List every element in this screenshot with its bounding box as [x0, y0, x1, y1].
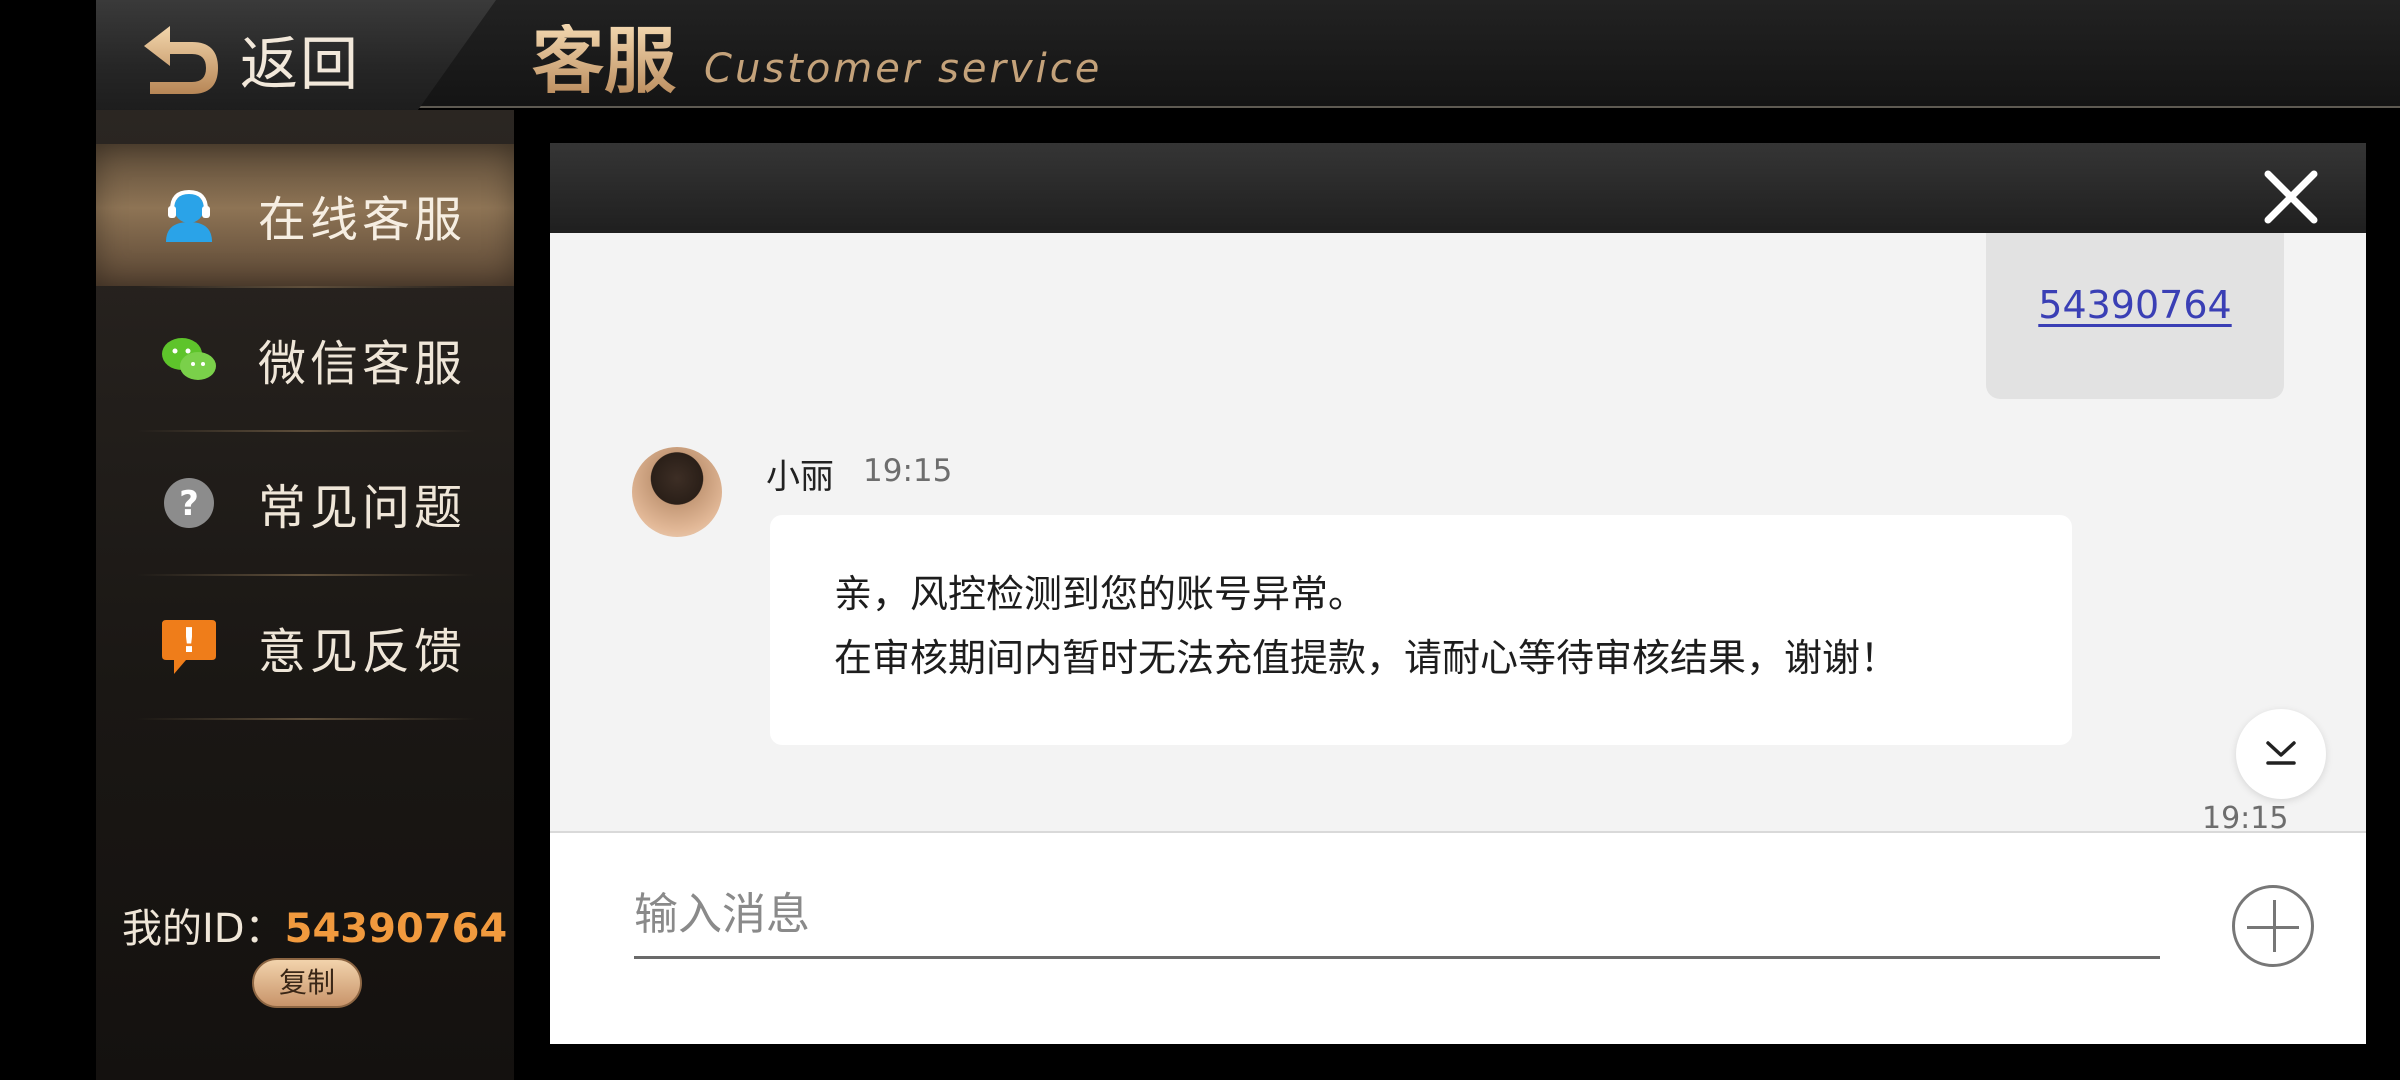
- svg-text:?: ?: [179, 484, 199, 524]
- sidebar-item-label: 常见问题: [258, 480, 467, 536]
- chevron-down-icon: [2264, 737, 2298, 771]
- back-arrow-icon: [140, 22, 222, 96]
- page-title: 客服 Customer service: [532, 10, 1102, 100]
- sidebar-item-label: 意见反馈: [258, 624, 467, 680]
- question-icon: ?: [160, 474, 218, 532]
- chat-top-bar: [550, 143, 2366, 233]
- sidebar-item-label: 微信客服: [258, 336, 467, 392]
- page-title-en: Customer service: [704, 46, 1103, 92]
- message-timestamp: 19:15: [2202, 801, 2289, 831]
- agent-icon: [160, 186, 218, 244]
- received-message-bubble: 亲，风控检测到您的账号异常。 在审核期间内暂时无法充值提款，请耐心等待审核结果，…: [770, 515, 2072, 745]
- message-composer: [550, 831, 2366, 1044]
- sidebar-item-online-service[interactable]: 在线客服: [96, 144, 514, 286]
- chat-message-area[interactable]: 54390764 小丽 19:15 亲，风控检测到您的账号异常。 在审核期间内暂…: [550, 233, 2366, 831]
- my-id-label: 我的ID：: [122, 906, 285, 952]
- sidebar-item-faq[interactable]: ? 常见问题: [96, 432, 514, 574]
- add-attachment-button[interactable]: [2232, 885, 2314, 967]
- back-label: 返回: [240, 30, 361, 98]
- copy-id-button[interactable]: 复制: [252, 958, 362, 1008]
- sidebar: 在线客服 微信客服 ? 常见问题 ! 意见反馈 我的ID：54390764 复制: [96, 110, 514, 1080]
- divider: [136, 718, 476, 720]
- scroll-to-bottom-button[interactable]: [2236, 709, 2326, 799]
- sent-message-bubble: 54390764: [1986, 233, 2284, 399]
- wechat-icon: [160, 330, 218, 388]
- sidebar-item-feedback[interactable]: ! 意见反馈: [96, 576, 514, 718]
- sender-name: 小丽: [766, 457, 834, 497]
- my-id-value: 54390764: [284, 906, 508, 952]
- my-id: 我的ID：54390764: [122, 896, 507, 954]
- back-button[interactable]: 返回: [140, 14, 360, 104]
- message-line: 亲，风控检测到您的账号异常。: [834, 572, 1367, 616]
- app-screen: 返回 客服 Customer service 在线客服 微信客服 ? 常见问题 …: [0, 0, 2400, 1080]
- sidebar-item-wechat-service[interactable]: 微信客服: [96, 288, 514, 430]
- feedback-icon: !: [160, 618, 218, 676]
- close-icon[interactable]: [2258, 164, 2324, 230]
- sent-message-link[interactable]: 54390764: [1986, 283, 2284, 327]
- message-timestamp: 19:15: [863, 453, 953, 489]
- page-title-cn: 客服: [532, 19, 677, 104]
- svg-text:!: !: [181, 621, 197, 661]
- avatar[interactable]: [632, 447, 722, 537]
- message-line: 在审核期间内暂时无法充值提款，请耐心等待审核结果，谢谢！: [834, 636, 1899, 680]
- message-input[interactable]: [634, 873, 2160, 959]
- sidebar-item-label: 在线客服: [258, 192, 467, 248]
